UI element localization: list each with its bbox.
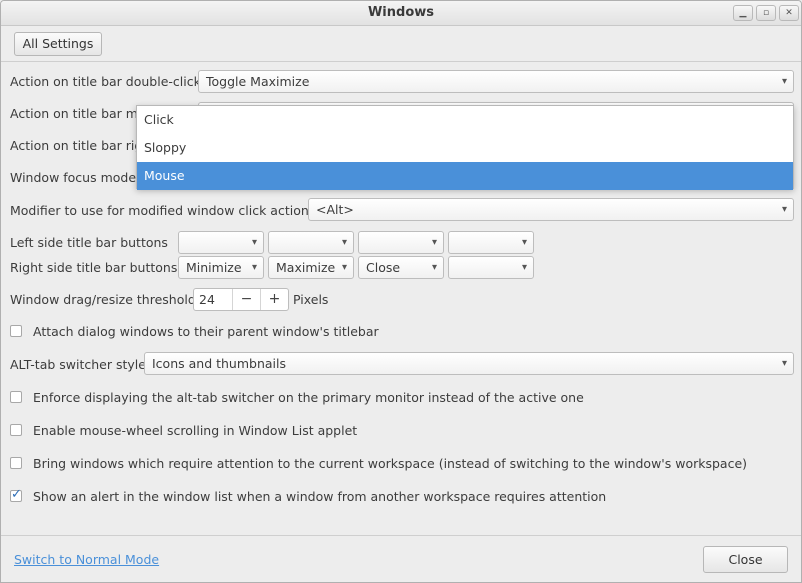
drag-threshold-label: Window drag/resize threshold — [10, 292, 196, 307]
right-button-combo[interactable]: ▾ — [448, 256, 534, 279]
attach-dialogs-checkbox[interactable] — [10, 325, 22, 337]
footer: Switch to Normal Mode Close — [1, 535, 801, 582]
window-title: Windows — [367, 5, 435, 20]
close-button[interactable]: Close — [703, 546, 788, 573]
modifier-value: <Alt> — [316, 202, 354, 217]
right-buttons-label: Right side title bar buttons — [10, 260, 178, 275]
dropdown-option-mouse[interactable]: Mouse — [137, 162, 793, 190]
alttab-primary-checkbox[interactable] — [10, 391, 22, 403]
right-button-combo[interactable]: Maximize ▾ — [268, 256, 354, 279]
title-bar[interactable]: Windows ▁ ▫ ✕ — [1, 1, 801, 26]
switch-mode-link[interactable]: Switch to Normal Mode — [14, 552, 159, 567]
chevron-down-icon: ▾ — [781, 204, 787, 215]
modifier-label: Modifier to use for modified window clic… — [10, 203, 316, 218]
left-button-combo[interactable]: ▾ — [178, 231, 264, 254]
all-settings-button[interactable]: All Settings — [14, 32, 102, 56]
double-click-value: Toggle Maximize — [206, 74, 310, 89]
plus-icon[interactable]: + — [260, 289, 288, 310]
mousewheel-checkbox[interactable] — [10, 424, 22, 436]
drag-threshold-unit: Pixels — [293, 292, 329, 307]
chevron-down-icon: ▾ — [251, 262, 257, 273]
chevron-down-icon: ▾ — [521, 237, 527, 248]
right-button-value: Minimize — [186, 260, 242, 275]
chevron-down-icon: ▾ — [431, 262, 437, 273]
dropdown-option-sloppy[interactable]: Sloppy — [137, 134, 793, 162]
alttab-style-value: Icons and thumbnails — [152, 356, 287, 371]
chevron-down-icon: ▾ — [781, 358, 787, 369]
minus-icon[interactable]: − — [232, 289, 260, 310]
left-buttons-label: Left side title bar buttons — [10, 235, 168, 250]
chevron-down-icon: ▾ — [431, 237, 437, 248]
drag-threshold-spinner: 24 − + — [193, 288, 289, 311]
left-button-combo[interactable]: ▾ — [358, 231, 444, 254]
right-button-value: Maximize — [276, 260, 336, 275]
chevron-down-icon: ▾ — [521, 262, 527, 273]
alttab-primary-label: Enforce displaying the alt-tab switcher … — [33, 390, 584, 405]
chevron-down-icon: ▾ — [341, 237, 347, 248]
bring-windows-label: Bring windows which require attention to… — [33, 456, 748, 471]
dropdown-option-click[interactable]: Click — [137, 106, 793, 134]
chevron-down-icon: ▾ — [251, 237, 257, 248]
focus-mode-dropdown: Click Sloppy Mouse — [136, 105, 794, 190]
checkmark-icon: ✓ — [11, 487, 22, 502]
right-button-value: Close — [366, 260, 401, 275]
minimize-icon[interactable]: ▁ — [733, 5, 753, 21]
alttab-style-label: ALT-tab switcher style — [10, 357, 146, 372]
attach-dialogs-label: Attach dialog windows to their parent wi… — [33, 324, 379, 339]
double-click-label: Action on title bar double-click — [10, 74, 201, 89]
focus-mode-label: Window focus mode — [10, 170, 137, 185]
modifier-combo[interactable]: <Alt> ▾ — [308, 198, 794, 221]
show-alert-label: Show an alert in the window list when a … — [33, 489, 607, 504]
left-button-combo[interactable]: ▾ — [268, 231, 354, 254]
double-click-combo[interactable]: Toggle Maximize ▾ — [198, 70, 794, 93]
mousewheel-label: Enable mouse-wheel scrolling in Window L… — [33, 423, 358, 438]
left-button-combo[interactable]: ▾ — [448, 231, 534, 254]
drag-threshold-input[interactable]: 24 — [199, 292, 215, 307]
chevron-down-icon: ▾ — [341, 262, 347, 273]
alttab-style-combo[interactable]: Icons and thumbnails ▾ — [144, 352, 794, 375]
close-icon[interactable]: ✕ — [779, 5, 799, 21]
settings-window: Windows ▁ ▫ ✕ All Settings Action on tit… — [0, 0, 802, 583]
right-button-combo[interactable]: Minimize ▾ — [178, 256, 264, 279]
maximize-icon[interactable]: ▫ — [756, 5, 776, 21]
bring-windows-checkbox[interactable] — [10, 457, 22, 469]
show-alert-checkbox[interactable]: ✓ — [10, 487, 22, 502]
right-button-combo[interactable]: Close ▾ — [358, 256, 444, 279]
chevron-down-icon: ▾ — [781, 76, 787, 87]
toolbar: All Settings — [1, 26, 801, 62]
